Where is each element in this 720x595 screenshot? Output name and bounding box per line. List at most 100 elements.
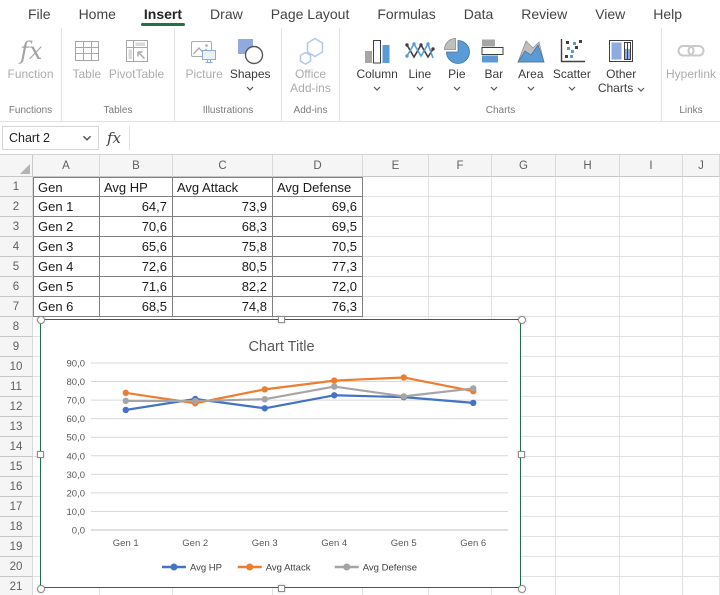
ribbon-button-scatter[interactable]: Scatter	[550, 35, 594, 91]
cell-G4[interactable]	[492, 237, 556, 257]
formula-input[interactable]	[129, 126, 718, 150]
cell-I18[interactable]	[620, 517, 683, 537]
cell-H3[interactable]	[556, 217, 620, 237]
row-header-4[interactable]: 4	[0, 237, 33, 257]
row-header-2[interactable]: 2	[0, 197, 33, 217]
embedded-chart[interactable]: Chart Title0,010,020,030,040,050,060,070…	[40, 319, 521, 588]
column-header-D[interactable]: D	[273, 155, 363, 177]
row-header-16[interactable]: 16	[0, 477, 33, 497]
cell-G5[interactable]	[492, 257, 556, 277]
row-header-15[interactable]: 15	[0, 457, 33, 477]
cell-J7[interactable]	[683, 297, 720, 317]
cell-I19[interactable]	[620, 537, 683, 557]
cell-A7[interactable]: Gen 6	[33, 297, 100, 317]
cell-I11[interactable]	[620, 377, 683, 397]
column-header-A[interactable]: A	[33, 155, 100, 177]
cell-E6[interactable]	[363, 277, 429, 297]
chart-title[interactable]: Chart Title	[248, 339, 314, 355]
cell-I16[interactable]	[620, 477, 683, 497]
tab-data[interactable]: Data	[450, 0, 508, 28]
cell-J21[interactable]	[683, 577, 720, 595]
row-header-21[interactable]: 21	[0, 577, 33, 595]
name-box[interactable]: Chart 2	[2, 126, 99, 150]
cell-A1[interactable]: Gen	[33, 177, 100, 197]
tab-formulas[interactable]: Formulas	[363, 0, 449, 28]
cell-J13[interactable]	[683, 417, 720, 437]
cell-D3[interactable]: 69,5	[273, 217, 363, 237]
cell-D7[interactable]: 76,3	[273, 297, 363, 317]
cell-C1[interactable]: Avg Attack	[173, 177, 273, 197]
cell-I7[interactable]	[620, 297, 683, 317]
cell-H2[interactable]	[556, 197, 620, 217]
cell-A2[interactable]: Gen 1	[33, 197, 100, 217]
cell-H1[interactable]	[556, 177, 620, 197]
cell-G6[interactable]	[492, 277, 556, 297]
row-header-12[interactable]: 12	[0, 397, 33, 417]
cell-I14[interactable]	[620, 437, 683, 457]
cell-A5[interactable]: Gen 4	[33, 257, 100, 277]
cell-A3[interactable]: Gen 2	[33, 217, 100, 237]
row-header-10[interactable]: 10	[0, 357, 33, 377]
row-header-3[interactable]: 3	[0, 217, 33, 237]
cell-I17[interactable]	[620, 497, 683, 517]
cell-F1[interactable]	[429, 177, 492, 197]
tab-view[interactable]: View	[581, 0, 639, 28]
selection-handle-sw[interactable]	[37, 585, 45, 593]
selection-handle-nw[interactable]	[37, 316, 45, 324]
row-header-5[interactable]: 5	[0, 257, 33, 277]
column-header-E[interactable]: E	[363, 155, 429, 177]
cell-F4[interactable]	[429, 237, 492, 257]
column-header-G[interactable]: G	[492, 155, 556, 177]
cell-I4[interactable]	[620, 237, 683, 257]
name-box-chevron-icon[interactable]	[82, 135, 92, 141]
cell-H4[interactable]	[556, 237, 620, 257]
cell-H16[interactable]	[556, 477, 620, 497]
tab-insert[interactable]: Insert	[130, 0, 196, 28]
cell-H12[interactable]	[556, 397, 620, 417]
cell-H11[interactable]	[556, 377, 620, 397]
cell-E7[interactable]	[363, 297, 429, 317]
cell-I21[interactable]	[620, 577, 683, 595]
cell-A4[interactable]: Gen 3	[33, 237, 100, 257]
cell-E2[interactable]	[363, 197, 429, 217]
cell-J18[interactable]	[683, 517, 720, 537]
tab-file[interactable]: File	[14, 0, 65, 28]
cell-D5[interactable]: 77,3	[273, 257, 363, 277]
cell-C5[interactable]: 80,5	[173, 257, 273, 277]
selection-handle-w[interactable]	[37, 451, 44, 458]
row-header-13[interactable]: 13	[0, 417, 33, 437]
row-header-11[interactable]: 11	[0, 377, 33, 397]
cell-A6[interactable]: Gen 5	[33, 277, 100, 297]
cell-I8[interactable]	[620, 317, 683, 337]
column-header-H[interactable]: H	[556, 155, 620, 177]
cell-G1[interactable]	[492, 177, 556, 197]
cell-B2[interactable]: 64,7	[100, 197, 173, 217]
cell-J3[interactable]	[683, 217, 720, 237]
cell-E4[interactable]	[363, 237, 429, 257]
cell-H5[interactable]	[556, 257, 620, 277]
legend-item-avg-hp[interactable]: Avg HP	[162, 563, 222, 574]
cell-H6[interactable]	[556, 277, 620, 297]
cell-J4[interactable]	[683, 237, 720, 257]
cell-E1[interactable]	[363, 177, 429, 197]
cell-F5[interactable]	[429, 257, 492, 277]
tab-review[interactable]: Review	[507, 0, 581, 28]
cell-I5[interactable]	[620, 257, 683, 277]
column-header-B[interactable]: B	[100, 155, 173, 177]
selection-handle-ne[interactable]	[518, 316, 526, 324]
cell-I6[interactable]	[620, 277, 683, 297]
cell-H14[interactable]	[556, 437, 620, 457]
cell-I2[interactable]	[620, 197, 683, 217]
insert-function-button[interactable]: fx	[99, 126, 129, 150]
cell-D4[interactable]: 70,5	[273, 237, 363, 257]
row-header-8[interactable]: 8	[0, 317, 33, 337]
selection-handle-e[interactable]	[518, 451, 525, 458]
cell-D2[interactable]: 69,6	[273, 197, 363, 217]
cell-B7[interactable]: 68,5	[100, 297, 173, 317]
row-header-17[interactable]: 17	[0, 497, 33, 517]
cell-I9[interactable]	[620, 337, 683, 357]
row-header-14[interactable]: 14	[0, 437, 33, 457]
cell-B5[interactable]: 72,6	[100, 257, 173, 277]
legend-item-avg-attack[interactable]: Avg Attack	[238, 563, 311, 574]
cell-J10[interactable]	[683, 357, 720, 377]
